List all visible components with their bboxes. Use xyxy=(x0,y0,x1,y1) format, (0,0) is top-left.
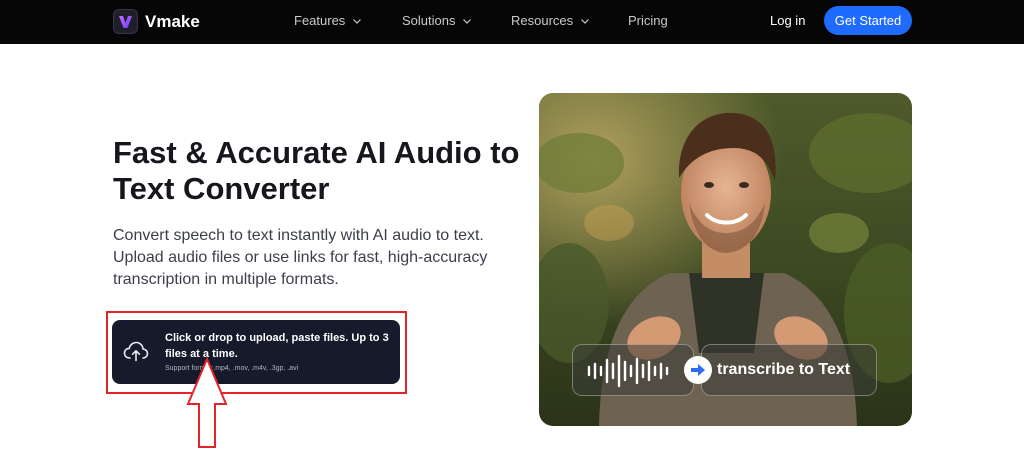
chevron-down-icon xyxy=(463,18,472,24)
supported-formats: Support format:.mp4, .mov, .m4v, .3gp, .… xyxy=(165,365,299,372)
hero-image: transcribe to Text xyxy=(539,93,912,426)
page-title: Fast & Accurate AI Audio to Text Convert… xyxy=(113,135,520,206)
login-link[interactable]: Log in xyxy=(770,13,805,28)
chevron-down-icon xyxy=(581,18,590,24)
vmake-logo-icon xyxy=(113,9,138,34)
nav-solutions[interactable]: Solutions xyxy=(402,13,472,28)
arrow-right-icon xyxy=(684,356,712,384)
top-navbar: Vmake Features Solutions Resources Prici… xyxy=(0,0,1024,44)
nav-resources[interactable]: Resources xyxy=(511,13,590,28)
nav-solutions-label: Solutions xyxy=(402,13,456,28)
get-started-button[interactable]: Get Started xyxy=(824,6,912,35)
brand-name: Vmake xyxy=(145,11,200,31)
nav-pricing-label: Pricing xyxy=(628,13,668,28)
nav-features-label: Features xyxy=(294,13,346,28)
transcribe-label: transcribe to Text xyxy=(717,361,851,378)
audio-waveform-icon xyxy=(587,354,669,388)
nav-pricing[interactable]: Pricing xyxy=(628,13,668,28)
up-arrow-annotation-icon xyxy=(186,357,228,448)
chevron-down-icon xyxy=(353,18,362,24)
brand-logo[interactable]: Vmake xyxy=(113,9,200,34)
nav-features[interactable]: Features xyxy=(294,13,362,28)
hero-description: Convert speech to text instantly with AI… xyxy=(113,227,488,288)
transcribe-pill: transcribe to Text xyxy=(701,344,877,396)
upload-dropzone[interactable]: Click or drop to upload, paste files. Up… xyxy=(112,320,400,384)
cloud-upload-icon xyxy=(123,341,149,362)
waveform-pill xyxy=(572,344,694,396)
nav-resources-label: Resources xyxy=(511,13,574,28)
